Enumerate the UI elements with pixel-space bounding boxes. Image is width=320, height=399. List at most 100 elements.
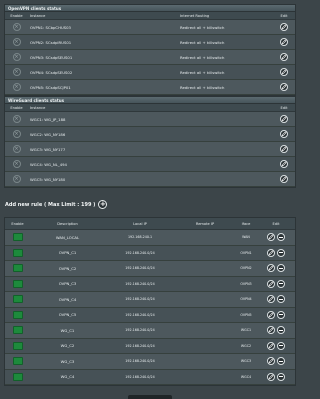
col-enable: Enable bbox=[11, 222, 24, 226]
rule-description: WG_C2 bbox=[60, 343, 75, 349]
routing-rules-table: Enable Description Local IP Remote IP If… bbox=[4, 217, 296, 386]
disabled-x-icon[interactable]: × bbox=[12, 130, 21, 138]
edit-icon[interactable] bbox=[280, 115, 288, 123]
enable-cell: × bbox=[5, 175, 28, 183]
edit-icon[interactable] bbox=[267, 295, 275, 304]
enable-cell: × bbox=[5, 145, 28, 153]
col-internet-routing: Internet Routing bbox=[180, 14, 210, 18]
enable-cell: × bbox=[5, 38, 28, 46]
rule-row: WG_C4 192.168.240.0/24 WGC4 bbox=[5, 369, 295, 385]
edit-icon[interactable] bbox=[280, 23, 288, 31]
disabled-x-icon[interactable]: × bbox=[12, 115, 21, 123]
edit-cell bbox=[273, 83, 295, 91]
delete-minus-icon[interactable] bbox=[277, 310, 285, 319]
delete-minus-icon[interactable] bbox=[277, 357, 285, 366]
edit-icon[interactable] bbox=[267, 264, 275, 273]
col-edit: Edit bbox=[280, 13, 288, 18]
delete-minus-icon[interactable] bbox=[277, 326, 285, 335]
edit-icon[interactable] bbox=[280, 130, 288, 138]
enabled-toggle[interactable] bbox=[12, 279, 23, 288]
disabled-x-icon[interactable]: × bbox=[12, 145, 21, 153]
disabled-x-icon[interactable]: × bbox=[12, 53, 21, 61]
internet-routing-value: Redirect all + killswitch bbox=[180, 84, 225, 90]
delete-minus-icon[interactable] bbox=[277, 248, 285, 257]
enabled-toggle[interactable] bbox=[12, 233, 23, 242]
instance-name: WGC3: WG_NY177 bbox=[30, 146, 66, 152]
delete-minus-icon[interactable] bbox=[277, 341, 285, 350]
edit-icon[interactable] bbox=[280, 38, 288, 46]
delete-minus-icon[interactable] bbox=[277, 233, 285, 242]
delete-minus-icon[interactable] bbox=[277, 279, 285, 288]
edit-cell bbox=[273, 160, 295, 168]
enable-cell bbox=[5, 233, 30, 242]
delete-minus-icon[interactable] bbox=[277, 295, 285, 304]
edit-icon[interactable] bbox=[267, 310, 275, 319]
enabled-toggle[interactable] bbox=[12, 341, 23, 350]
edit-cell bbox=[273, 130, 295, 138]
rule-local-ip: 192.168.240.1 bbox=[127, 235, 153, 240]
edit-cell bbox=[273, 68, 295, 76]
edit-icon[interactable] bbox=[280, 175, 288, 183]
rule-row: OVPN_C2 192.168.240.0/24 OVPN2 bbox=[5, 261, 295, 277]
edit-cell bbox=[273, 53, 295, 61]
plus-circle-icon[interactable]: + bbox=[98, 200, 108, 209]
wireguard-column-headers: Enable Instance Edit bbox=[5, 104, 295, 112]
edit-icon[interactable] bbox=[280, 53, 288, 61]
openvpn-panel-title: OpenVPN clients status bbox=[5, 5, 295, 12]
enabled-toggle[interactable] bbox=[12, 295, 23, 304]
disabled-x-icon[interactable]: × bbox=[12, 23, 21, 31]
enabled-toggle[interactable] bbox=[12, 357, 23, 366]
edit-cell bbox=[257, 279, 295, 288]
enable-cell bbox=[5, 264, 30, 273]
enable-cell: × bbox=[5, 115, 28, 123]
enabled-toggle[interactable] bbox=[12, 326, 23, 335]
add-rule-label: Add new rule ( Max Limit : 199 ) bbox=[5, 201, 96, 208]
edit-icon[interactable] bbox=[280, 160, 288, 168]
edit-icon[interactable] bbox=[267, 279, 275, 288]
edit-cell bbox=[273, 115, 295, 123]
edit-icon[interactable] bbox=[267, 233, 275, 242]
instance-name: WGC2: WG_NY186 bbox=[30, 131, 66, 137]
rule-iface: WGC1 bbox=[240, 328, 252, 333]
openvpn-row: × OVPN4: SCsdpSEUS02 Redirect all + killsw… bbox=[5, 65, 295, 80]
rule-local-ip: 192.168.240.0/24 bbox=[125, 312, 155, 317]
enabled-toggle[interactable] bbox=[12, 372, 23, 381]
col-enable: Enable bbox=[10, 13, 23, 18]
edit-icon[interactable] bbox=[267, 341, 275, 350]
edit-cell bbox=[257, 341, 295, 350]
delete-minus-icon[interactable] bbox=[277, 372, 285, 381]
edit-icon[interactable] bbox=[267, 357, 275, 366]
enable-cell bbox=[5, 341, 30, 350]
edit-icon[interactable] bbox=[267, 248, 275, 257]
edit-icon[interactable] bbox=[280, 68, 288, 76]
disabled-x-icon[interactable]: × bbox=[12, 175, 21, 183]
edit-icon[interactable] bbox=[267, 372, 275, 381]
rule-description: WG_C3 bbox=[60, 358, 75, 364]
disabled-x-icon[interactable]: × bbox=[12, 68, 21, 76]
edit-icon[interactable] bbox=[267, 326, 275, 335]
enable-cell bbox=[5, 326, 30, 335]
openvpn-row: × OVPN3: SCsdpSEUS01 Redirect all + killsw… bbox=[5, 50, 295, 65]
edit-icon[interactable] bbox=[280, 145, 288, 153]
rule-description: WG_C4 bbox=[60, 374, 75, 380]
enabled-toggle[interactable] bbox=[12, 310, 23, 319]
openvpn-row: × OVPN5: SCsdpSCJP01 Redirect all + killsw… bbox=[5, 80, 295, 95]
rule-row: WG_C1 192.168.240.0/24 WGC1 bbox=[5, 323, 295, 339]
instance-name: WGC4: WG_NL_494 bbox=[30, 161, 67, 167]
horizontal-scrollbar-thumb[interactable] bbox=[128, 395, 172, 399]
disabled-x-icon[interactable]: × bbox=[12, 83, 21, 91]
wireguard-row: × WGC1: WG_JP_188 bbox=[5, 112, 295, 127]
rule-iface: WGC4 bbox=[240, 374, 252, 379]
disabled-x-icon[interactable]: × bbox=[12, 38, 21, 46]
rule-description: OVPN_C5 bbox=[58, 312, 77, 318]
enabled-toggle[interactable] bbox=[12, 264, 23, 273]
delete-minus-icon[interactable] bbox=[277, 264, 285, 273]
rule-row: WG_C2 192.168.240.0/24 WGC2 bbox=[5, 338, 295, 354]
edit-icon[interactable] bbox=[280, 83, 288, 91]
instance-name: WGC1: WG_JP_188 bbox=[30, 116, 66, 122]
enabled-toggle[interactable] bbox=[12, 248, 23, 257]
enable-cell bbox=[5, 279, 30, 288]
rule-iface: OVPN4 bbox=[240, 297, 252, 302]
disabled-x-icon[interactable]: × bbox=[12, 160, 21, 168]
edit-cell bbox=[257, 372, 295, 381]
